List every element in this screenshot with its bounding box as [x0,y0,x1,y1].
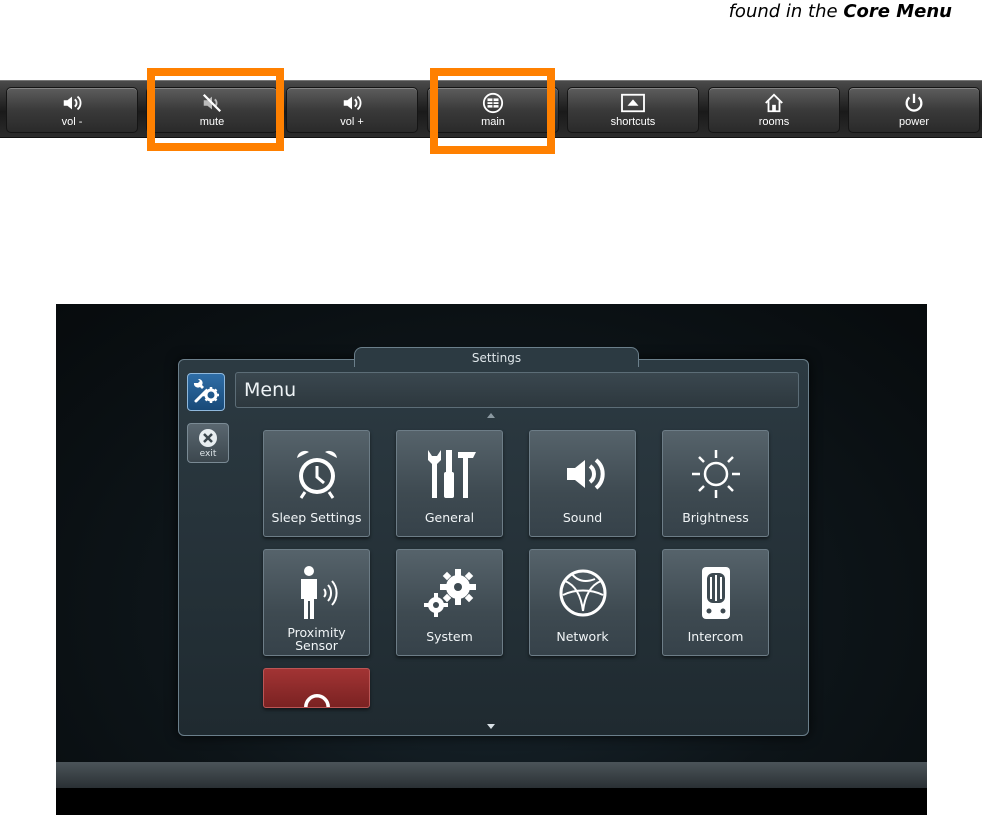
globe-icon [559,569,606,617]
sun-icon [691,450,740,498]
tile-system[interactable]: System [396,549,503,656]
tile-network[interactable]: Network [529,549,636,656]
settings-title-tab: Settings [354,347,639,367]
gears-icon [423,569,476,617]
caption-prefix: found in the [728,1,844,22]
menu-label: Menu [244,379,297,401]
tools-icon [427,450,476,498]
home-icon [765,93,783,113]
close-icon [199,428,217,447]
caption-emphasis: Core Menu [843,1,952,22]
tile-label: System [426,629,473,644]
tile-label: Sound [562,510,603,525]
vol-down-label: vol - [61,116,83,128]
speaker-icon [566,458,605,490]
settings-home-button[interactable] [187,373,225,411]
screen-footer-bar [56,762,927,788]
tile-label: Network [556,629,609,644]
mute-label: mute [199,116,225,128]
power-label: power [899,116,929,128]
shortcuts-label: shortcuts [610,116,656,128]
shortcuts-button[interactable]: shortcuts [567,87,699,133]
power-icon [905,93,923,112]
tile-label-line2: Sensor [295,638,338,653]
mute-icon [202,93,222,113]
partial-icon [303,694,330,707]
scroll-down-indicator[interactable] [487,724,495,729]
vol-up-label: vol + [340,116,364,128]
rooms-button[interactable]: rooms [708,87,840,133]
tile-sound[interactable]: Sound [529,430,636,537]
screen-footer-shadow [56,788,927,815]
tile-label: Intercom [687,629,744,644]
scroll-up-indicator[interactable] [487,413,495,418]
tile-label: General [424,510,475,525]
settings-title: Settings [471,350,522,365]
main-label: main [481,116,505,128]
tile-sleep-settings[interactable]: Sleep Settings [263,430,370,537]
caption: found in the Core Menu [729,0,952,24]
tile-intercom[interactable]: Intercom [662,549,769,656]
tile-proximity-sensor[interactable]: Proximity Sensor [263,549,370,656]
power-button[interactable]: power [848,87,980,133]
vol-down-button[interactable]: vol - [6,87,138,133]
wrench-gear-icon [193,378,219,403]
tile-partial-hidden[interactable] [263,668,370,708]
intercom-icon [701,567,730,619]
core-menu-bar: vol - mute vol + main shortcuts rooms po… [0,80,982,138]
tile-label: Brightness [682,510,749,525]
grid-icon [482,92,504,114]
main-button[interactable]: main [427,87,559,133]
exit-button[interactable]: exit [187,423,229,463]
up-triangle-icon [621,93,645,113]
exit-label: exit [199,448,217,459]
speaker-icon [343,95,362,111]
alarm-clock-icon [296,450,337,499]
rooms-label: rooms [758,116,790,128]
mute-button[interactable]: mute [146,87,278,133]
proximity-sensor-icon [300,566,338,619]
tile-general[interactable]: General [396,430,503,537]
speaker-icon [63,95,82,111]
vol-up-button[interactable]: vol + [286,87,418,133]
settings-screen: Settings Menu exit Sleep Settings Genera… [56,304,927,815]
tile-brightness[interactable]: Brightness [662,430,769,537]
tile-label: Sleep Settings [271,510,362,525]
tile-label: Proximity Sensor [287,626,345,652]
menu-breadcrumb: Menu [235,372,799,408]
settings-panel: Settings Menu exit Sleep Settings Genera… [178,347,809,736]
